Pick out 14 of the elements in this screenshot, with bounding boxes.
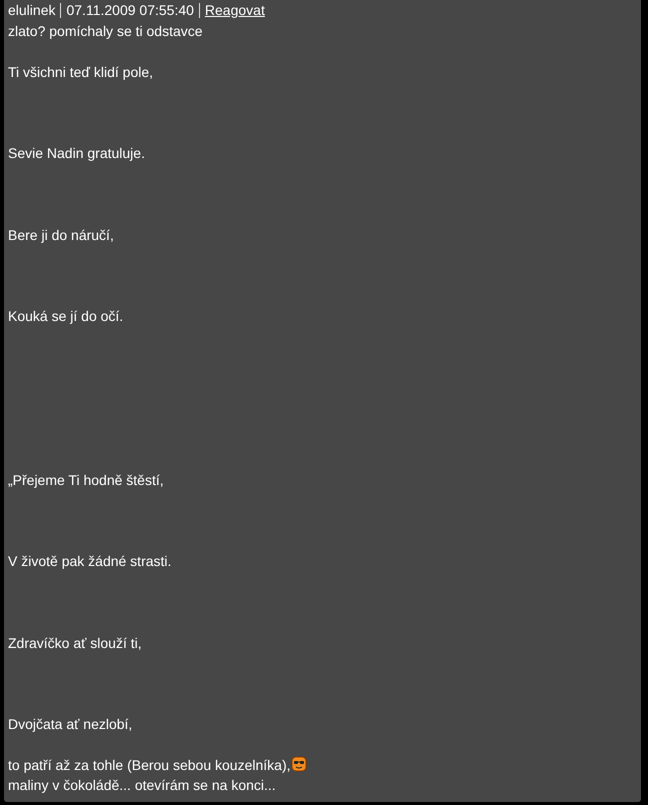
comment-line: Bere ji do náručí, <box>8 226 114 245</box>
comment-line: V životě pak žádné strasti. <box>8 552 172 572</box>
comment-line: Kouká se jí do očí. <box>8 307 124 326</box>
comment-line: maliny v čokoládě... otevírám se na konci... <box>8 776 276 796</box>
comment-line: „Přejeme Ti hodně štěstí, <box>8 470 164 490</box>
comment-timestamp: 07.11.2009 07:55:40 <box>60 3 199 18</box>
comment-line: to patří až za tohle (Berou sebou kouzelníka), <box>8 756 290 776</box>
comment-line: Sevie Nadin gratuluje. <box>8 144 145 164</box>
comment-line: Zdravíčko ať slouží ti, <box>8 634 142 653</box>
comment-line: zlato? pomíchaly se ti odstavce <box>8 22 203 41</box>
comment-line: Dvojčata ať nezlobí, <box>8 715 132 734</box>
author-name: elulinek <box>8 3 56 18</box>
reply-link[interactable]: Reagovat <box>198 3 265 18</box>
comment-line: Ti všichni teď klidí pole, <box>8 62 154 82</box>
